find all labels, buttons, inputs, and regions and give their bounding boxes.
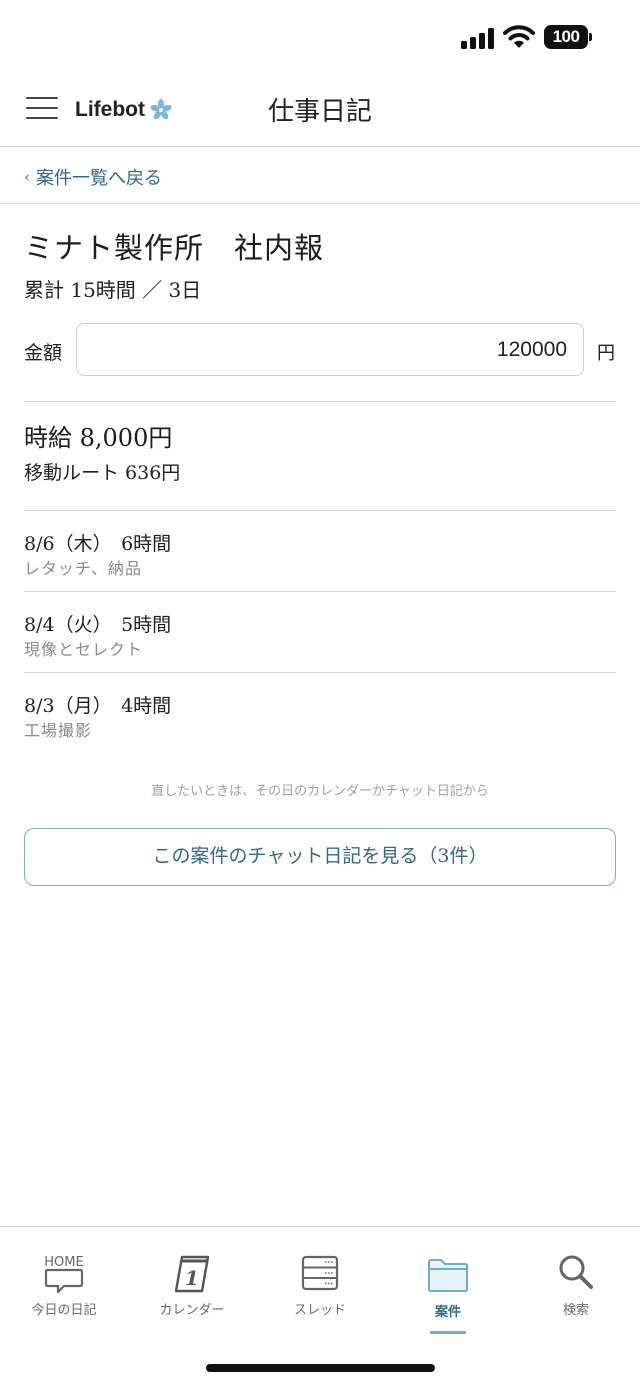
active-tab-indicator [430,1331,466,1334]
calendar-icon: 1 [128,1253,256,1293]
calendar-icon-text: 1 [185,1266,199,1290]
chevron-left-icon: ‹ [24,168,30,186]
back-to-projects-link[interactable]: ‹ 案件一覧へ戻る [24,164,162,190]
entry-date-hours: 8/4（火） 5時間 [24,614,172,636]
amount-label: 金額 [24,342,63,364]
amount-input[interactable] [76,323,584,376]
hourly-rate: 時給 8,000円 [24,424,173,452]
folder-icon [384,1253,512,1293]
threads-icon [256,1253,384,1293]
project-total: 累計 15時間 ／ 3日 [24,278,202,302]
amount-unit: 円 [597,343,615,364]
tab-label: 案件 [434,1305,461,1320]
work-entry[interactable]: 8/6（木） 6時間 レタッチ、納品 [0,511,640,591]
tab-search[interactable]: 検索 [512,1227,640,1337]
home-icon-text: HOME [44,1255,83,1270]
tab-label: 検索 [562,1303,589,1318]
app-header: Lifebot 仕事日記 [0,75,640,147]
cellular-signal-icon [461,27,495,49]
entry-note: レタッチ、納品 [24,559,143,578]
view-chat-diary-button[interactable]: この案件のチャット日記を見る（3件） [24,828,616,886]
edit-hint: 直したいときは、その日のカレンダーかチャット日記から [151,784,489,799]
entry-date-hours: 8/6（木） 6時間 [24,533,172,555]
page-title: 仕事日記 [267,97,372,127]
home-chat-icon: HOME [0,1253,128,1293]
back-link-label: 案件一覧へ戻る [36,168,162,189]
tab-projects[interactable]: 案件 [384,1227,512,1337]
entry-note: 工場撮影 [24,721,93,740]
divider [24,401,616,402]
project-title: ミナト製作所 社内報 [24,231,325,265]
tab-label: スレッド [293,1303,346,1318]
home-indicator[interactable] [206,1364,435,1372]
tab-threads[interactable]: スレッド [256,1227,384,1337]
work-entry[interactable]: 8/4（火） 5時間 現像とセレクト [0,592,640,672]
battery-level: 100 [544,25,588,49]
entry-note: 現像とセレクト [24,640,144,659]
status-bar: 100 [0,0,640,75]
tab-bar: HOME 今日の日記 1 カレンダー スレッド 案件 検索 [0,1226,640,1385]
battery-icon: 100 [544,25,592,49]
wifi-icon [503,25,535,48]
tab-label: 今日の日記 [31,1303,97,1318]
work-entry[interactable]: 8/3（月） 4時間 工場撮影 [0,673,640,753]
search-icon [512,1253,640,1293]
tab-today-diary[interactable]: HOME 今日の日記 [0,1227,128,1337]
tab-label: カレンダー [159,1303,225,1318]
back-bar: ‹ 案件一覧へ戻る [0,148,640,204]
entry-date-hours: 8/3（月） 4時間 [24,695,172,717]
travel-cost: 移動ルート 636円 [24,462,181,484]
tab-calendar[interactable]: 1 カレンダー [128,1227,256,1337]
